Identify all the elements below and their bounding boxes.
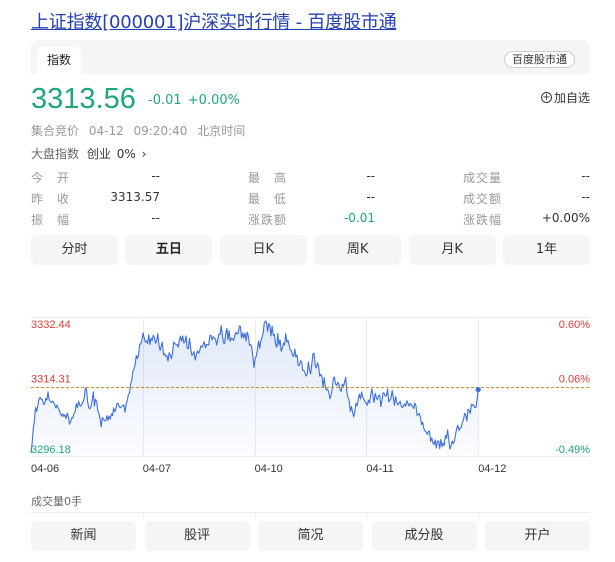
trade-status: 集合竞价 04-12 09:20:40 北京时间 (31, 122, 245, 139)
period-tabs: 分时 五日 日K 周K 月K 1年 (31, 235, 590, 265)
add-watchlist-label: 加自选 (553, 91, 590, 105)
period-tab-daily-k[interactable]: 日K (219, 235, 307, 265)
stat-label: 昨 收 (31, 192, 71, 206)
add-watchlist-button[interactable]: + 加自选 (540, 89, 590, 106)
stat-label: 涨跌额 (248, 213, 288, 227)
x-axis-label: 04-12 (478, 463, 506, 475)
bottom-tabs: 新闻 股评 简况 成分股 开户 (31, 521, 590, 551)
volume-label: 成交量0手 (31, 494, 82, 508)
stat-value: 3313.57 (110, 190, 160, 204)
change-value: -0.01 (148, 93, 182, 108)
period-tab-monthly-k[interactable]: 月K (408, 235, 496, 265)
stat-value: -- (151, 211, 160, 225)
tab-news[interactable]: 新闻 (31, 521, 136, 551)
stat-value: -- (366, 190, 375, 204)
stat-label: 成交额 (463, 192, 503, 206)
x-axis-label: 04-06 (31, 463, 59, 475)
status-datetime: 04-12 09:20:40 (88, 124, 188, 138)
y-axis-label-right: 0.06% (559, 374, 590, 386)
stats-row: 昨 收 3313.57 最 低 -- 成交额 -- (31, 190, 590, 211)
plus-circle-icon: + (540, 92, 552, 103)
tab-bar: 指数 百度股市通 (31, 40, 590, 74)
y-axis-label-left: 3332.44 (31, 319, 71, 331)
stat-label: 振 幅 (31, 213, 71, 227)
period-tab-timeshare[interactable]: 分时 (31, 235, 118, 265)
stat-value: -- (151, 169, 160, 183)
price-area (31, 321, 479, 456)
y-axis-label-right: -0.49% (555, 444, 590, 456)
last-price-dot (475, 387, 481, 393)
period-tab-1year[interactable]: 1年 (503, 235, 590, 265)
chevron-right-icon: › (141, 147, 147, 161)
x-axis-label: 04-10 (255, 463, 283, 475)
status-timezone: 北京时间 (197, 124, 246, 138)
stats-grid: 今 开 -- 最 高 -- 成交量 -- 昨 收 3313.57 最 低 -- … (31, 169, 590, 232)
tab-open-account[interactable]: 开户 (485, 521, 590, 551)
stat-value: +0.00% (541, 211, 590, 225)
y-axis-label-left: 3296.18 (31, 444, 71, 456)
stat-label: 涨跌幅 (463, 213, 503, 227)
period-tab-weekly-k[interactable]: 周K (314, 235, 402, 265)
stat-value: -- (581, 169, 590, 183)
status-text: 集合竞价 (31, 124, 80, 138)
x-axis-label: 04-07 (143, 463, 171, 475)
stats-row: 今 开 -- 最 高 -- 成交量 -- (31, 169, 590, 190)
stat-label: 成交量 (463, 171, 503, 185)
quote-card: 指数 百度股市通 3313.56 -0.01 +0.00% + 加自选 集合竞价… (30, 40, 590, 562)
stat-label: 今 开 (31, 171, 71, 185)
tab-index[interactable]: 指数 (37, 47, 81, 74)
stat-label: 最 高 (248, 171, 288, 185)
stat-value: -0.01 (343, 211, 375, 225)
y-axis-label-left: 3314.31 (31, 374, 71, 386)
market-name: 创业 (86, 147, 111, 161)
current-price: 3313.56 (31, 83, 136, 115)
tab-profile[interactable]: 简况 (258, 521, 363, 551)
market-value: 0% (116, 147, 136, 161)
market-label: 大盘指数 (31, 147, 80, 161)
brand-button[interactable]: 百度股市通 (504, 51, 575, 68)
stat-value: -- (366, 169, 375, 183)
stat-value: -- (581, 190, 590, 204)
period-tab-5day[interactable]: 五日 (125, 235, 213, 265)
stat-label: 最 低 (248, 192, 288, 206)
tab-comments[interactable]: 股评 (144, 521, 250, 551)
stats-row: 振 幅 -- 涨跌额 -0.01 涨跌幅 +0.00% (31, 211, 590, 232)
market-index-link[interactable]: 大盘指数 创业 0% › (31, 145, 146, 162)
change-percent: +0.00% (187, 93, 240, 108)
tab-components[interactable]: 成分股 (371, 521, 477, 551)
price-change: -0.01 +0.00% (148, 93, 240, 108)
x-axis-label: 04-11 (366, 463, 393, 475)
y-axis-label-right: 0.60% (559, 319, 590, 331)
price-chart[interactable]: 3332.44 3314.31 3296.18 0.60% 0.06% -0.49% 04-… (0, 274, 615, 519)
page-title[interactable]: 上证指数[000001]沪深实时行情 - 百度股市通 (31, 8, 397, 34)
